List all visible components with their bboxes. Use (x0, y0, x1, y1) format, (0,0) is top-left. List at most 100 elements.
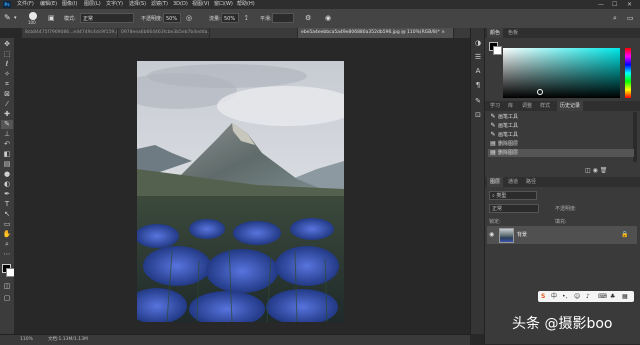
minimize-button[interactable]: — (598, 1, 604, 8)
color-field[interactable] (503, 48, 620, 98)
smoothing-field[interactable] (272, 13, 294, 23)
panel-background-swatch[interactable] (493, 46, 502, 55)
hue-slider[interactable] (625, 48, 631, 98)
type-tool-icon[interactable]: T (1, 200, 13, 209)
menu-help[interactable]: 帮助(H) (237, 1, 255, 8)
history-item[interactable]: ✎ 画笔工具 (488, 113, 634, 121)
pressure-opacity-icon[interactable]: ◎ (186, 13, 192, 23)
zoom-level[interactable]: 110% (20, 336, 33, 344)
zoom-tool-icon[interactable]: ⌕ (1, 240, 13, 249)
menu-3d[interactable]: 3D(D) (173, 1, 188, 8)
shape-tool-icon[interactable]: ▭ (1, 220, 13, 229)
grid-icon[interactable]: ▦ (622, 291, 628, 302)
clone-stamp-icon[interactable]: ⊥ (1, 130, 13, 139)
blur-tool-icon[interactable]: ● (1, 170, 13, 179)
ime-language[interactable]: 中 (551, 291, 557, 302)
brush-preset-picker[interactable]: 100 (26, 11, 40, 26)
color-panel-icon[interactable]: ◑ (473, 38, 483, 48)
properties-icon[interactable]: ☰ (473, 52, 483, 62)
tab-layers[interactable]: 图层 (487, 177, 504, 187)
airbrush-icon[interactable]: ⟟ (245, 13, 248, 23)
eyedropper-tool-icon[interactable]: ⁄ (1, 100, 13, 109)
layer-row[interactable]: ◉ 背景 🔒 (487, 226, 637, 244)
pen-tool-icon[interactable]: ✒ (1, 190, 13, 199)
document-canvas[interactable] (137, 61, 344, 322)
history-item[interactable]: ▤ 删除图层 (488, 140, 634, 148)
menu-file[interactable]: 文件(F) (17, 1, 34, 8)
gradient-tool-icon[interactable]: ▤ (1, 160, 13, 169)
marquee-tool-icon[interactable]: ⬚ (1, 50, 13, 59)
healing-brush-icon[interactable]: ✚ (1, 110, 13, 119)
menu-window[interactable]: 窗口(W) (214, 1, 233, 8)
lasso-tool-icon[interactable]: ℓ (1, 60, 13, 69)
search-icon[interactable]: ⌕ (613, 13, 617, 23)
doc-tab[interactable]: 0978eea6b664463fcbe3b5eb7b4edda.jpg @ 10… (118, 28, 210, 38)
tab-styles[interactable]: 样式 (537, 101, 553, 111)
character-icon[interactable]: A (473, 66, 483, 76)
flow-field[interactable]: 50% (221, 13, 239, 23)
trash-icon[interactable]: 🗑 (600, 167, 608, 174)
menu-type[interactable]: 文字(Y) (106, 1, 123, 8)
tab-adjustments[interactable]: 调整 (519, 101, 535, 111)
gear-icon[interactable]: ⚙ (305, 13, 311, 23)
punctuation-icon[interactable]: •, (562, 291, 567, 302)
paragraph-icon[interactable]: ¶ (473, 80, 483, 90)
microphone-icon[interactable]: ♪ (586, 291, 590, 302)
snapshot-icon[interactable]: ◫ (585, 167, 591, 174)
quick-mask-icon[interactable]: ◫ (1, 282, 13, 291)
opacity-field[interactable]: 50% (163, 13, 181, 23)
eraser-tool-icon[interactable]: ◧ (1, 150, 13, 159)
history-item[interactable]: ✎ 画笔工具 (488, 122, 634, 130)
brush-tool-icon[interactable]: ✎ (4, 13, 11, 23)
crop-tool-icon[interactable]: ⌗ (1, 80, 13, 89)
emoji-icon[interactable]: ☺ (574, 291, 580, 302)
dodge-tool-icon[interactable]: ◐ (1, 180, 13, 189)
brush-panel-icon[interactable]: ✎ (473, 96, 483, 106)
keyboard-icon[interactable]: ⌨ (598, 291, 607, 302)
screen-mode-icon[interactable]: ▢ (1, 294, 13, 303)
pressure-size-icon[interactable]: ◉ (325, 13, 331, 23)
move-tool-icon[interactable]: ✥ (1, 40, 13, 49)
tab-channels[interactable]: 通道 (505, 177, 521, 187)
doc-tab[interactable] (210, 28, 298, 38)
ime-toolbar[interactable]: S 中 •, ☺ ♪ ⌨ ♣ ▦ (538, 291, 634, 302)
layer-name[interactable]: 背景 (517, 231, 527, 238)
menu-filter[interactable]: 滤镜(T) (151, 1, 168, 8)
chevron-down-icon[interactable]: ▾ (14, 13, 17, 23)
hand-tool-icon[interactable]: ✋ (1, 230, 13, 239)
doc-tab[interactable]: 8cb84475f7969086...e44749c4dc9f159.jpg @… (22, 28, 118, 38)
tab-learn[interactable]: 学习 (487, 101, 503, 111)
tab-history[interactable]: 历史记录 (557, 101, 584, 111)
eye-icon[interactable]: ◉ (489, 231, 494, 238)
color-picker-cursor[interactable] (537, 89, 543, 95)
camera-icon[interactable]: ◉ (593, 167, 598, 174)
maximize-button[interactable]: ☐ (612, 1, 617, 8)
path-select-icon[interactable]: ↖ (1, 210, 13, 219)
menu-layer[interactable]: 图层(L) (84, 1, 101, 8)
menu-image[interactable]: 图像(I) (62, 1, 77, 8)
brush-tool-icon[interactable]: ✎ (1, 120, 13, 129)
mode-label: 模式: (64, 16, 76, 22)
skin-icon[interactable]: ♣ (610, 291, 615, 302)
history-item[interactable]: ✎ 画笔工具 (488, 131, 634, 139)
tab-color[interactable]: 颜色 (487, 28, 504, 38)
workspace-icon[interactable]: ▭ (627, 13, 634, 23)
clone-source-icon[interactable]: ⊡ (473, 110, 483, 120)
tab-libraries[interactable]: 库 (505, 101, 516, 111)
blend-mode-dropdown[interactable]: 正常 (489, 204, 539, 213)
close-button[interactable]: ✕ (627, 1, 632, 8)
tab-swatches[interactable]: 色板 (505, 28, 521, 38)
brush-settings-icon[interactable]: ▣ (48, 13, 55, 23)
layer-filter-dropdown[interactable]: ⌕ 类型 (489, 191, 537, 200)
menu-view[interactable]: 视图(V) (192, 1, 209, 8)
menu-edit[interactable]: 编辑(E) (40, 1, 57, 8)
menu-select[interactable]: 选择(S) (129, 1, 146, 8)
doc-tab-active[interactable]: ebe5a4eebbca5a49e806880a352db596.jpg @ 1… (298, 28, 454, 38)
frame-tool-icon[interactable]: ⊠ (1, 90, 13, 99)
more-tools-icon[interactable]: ⋯ (1, 250, 13, 259)
quick-select-tool-icon[interactable]: ✧ (1, 70, 13, 79)
history-item-selected[interactable]: ▤ 删除图层 (488, 149, 634, 157)
tab-paths[interactable]: 路径 (523, 177, 539, 187)
history-brush-icon[interactable]: ↶ (1, 140, 13, 149)
mode-dropdown[interactable]: 正常 (80, 13, 134, 23)
